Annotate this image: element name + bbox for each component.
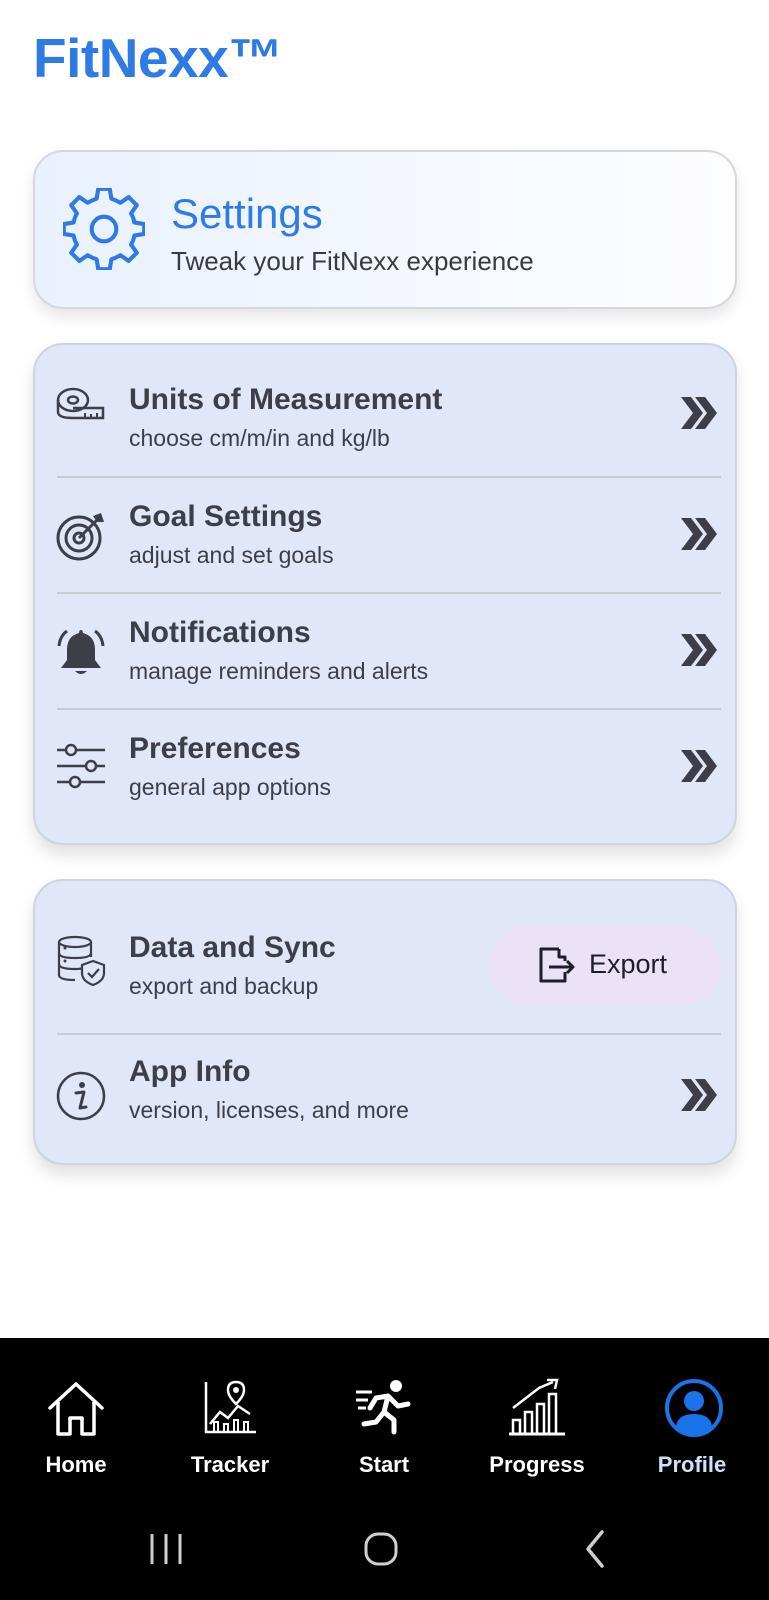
gear-icon [63,188,145,270]
double-chevron-right-icon [681,750,717,782]
nav-label: Profile [657,1452,727,1477]
settings-screen: FitNexx™ Settings Tweak your FitNexx exp… [0,0,769,1600]
item-subtitle: version, licenses, and more [129,1097,409,1123]
page-subtitle: Tweak your FitNexx experience [171,246,534,276]
nav-label: Start [358,1452,410,1477]
nav-label: Home [45,1452,107,1477]
item-title: Goal Settings [129,500,323,533]
app-brand: FitNexx™ [33,27,283,89]
home-icon [48,1382,104,1436]
nav-tracker[interactable]: Tracker [160,1338,300,1478]
profile-icon [665,1379,723,1437]
double-chevron-right-icon [681,634,717,666]
tracker-icon [204,1380,256,1434]
page-title: Settings [171,190,323,237]
goal-settings-item[interactable]: Goal Settings adjust and set goals [35,478,735,594]
nav-profile[interactable]: Profile [622,1338,762,1478]
item-subtitle: manage reminders and alerts [129,658,429,684]
double-chevron-right-icon [681,518,717,550]
item-title: Preferences [129,732,301,765]
nav-label: Progress [489,1452,585,1477]
sliders-icon [57,743,105,789]
running-icon [356,1380,411,1435]
item-title: Units of Measurement [129,383,443,416]
app-info-item[interactable]: App Info version, licenses, and more [35,1035,735,1165]
item-title: App Info [129,1055,251,1088]
target-icon [56,513,104,561]
preferences-item[interactable]: Preferences general app options [35,710,735,830]
item-title: Notifications [129,616,311,649]
bell-icon [57,629,105,674]
progress-chart-icon [509,1378,565,1436]
item-subtitle: adjust and set goals [129,542,334,568]
nav-start[interactable]: Start [314,1338,454,1478]
export-button[interactable]: Export [489,925,721,1005]
settings-header-card: Settings Tweak your FitNexx experience [33,150,737,309]
nav-home[interactable]: Home [6,1338,146,1478]
data-and-sync-item: Data and Sync export and backup Export [35,881,735,1033]
double-chevron-right-icon [681,1079,717,1111]
item-subtitle: general app options [129,774,332,800]
item-subtitle: choose cm/m/in and kg/lb [129,425,390,451]
data-info-card: Data and Sync export and backup Export A… [33,879,737,1165]
item-subtitle: export and backup [129,973,319,999]
home-button-icon[interactable] [352,1524,412,1574]
double-chevron-right-icon [681,397,717,429]
item-title: Data and Sync [129,931,336,964]
nav-label: Tracker [190,1452,270,1477]
system-navigation-bar [0,1500,769,1600]
info-icon [56,1071,106,1121]
database-shield-icon [57,935,106,987]
export-icon [539,947,575,983]
units-of-measurement-item[interactable]: Units of Measurement choose cm/m/in and … [35,345,735,463]
tape-measure-icon [56,387,105,420]
notifications-item[interactable]: Notifications manage reminders and alert… [35,594,735,710]
export-label: Export [589,949,668,979]
back-icon[interactable] [566,1524,626,1574]
settings-list-card: Units of Measurement choose cm/m/in and … [33,343,737,845]
nav-progress[interactable]: Progress [467,1338,607,1478]
recent-apps-icon[interactable] [136,1524,196,1574]
